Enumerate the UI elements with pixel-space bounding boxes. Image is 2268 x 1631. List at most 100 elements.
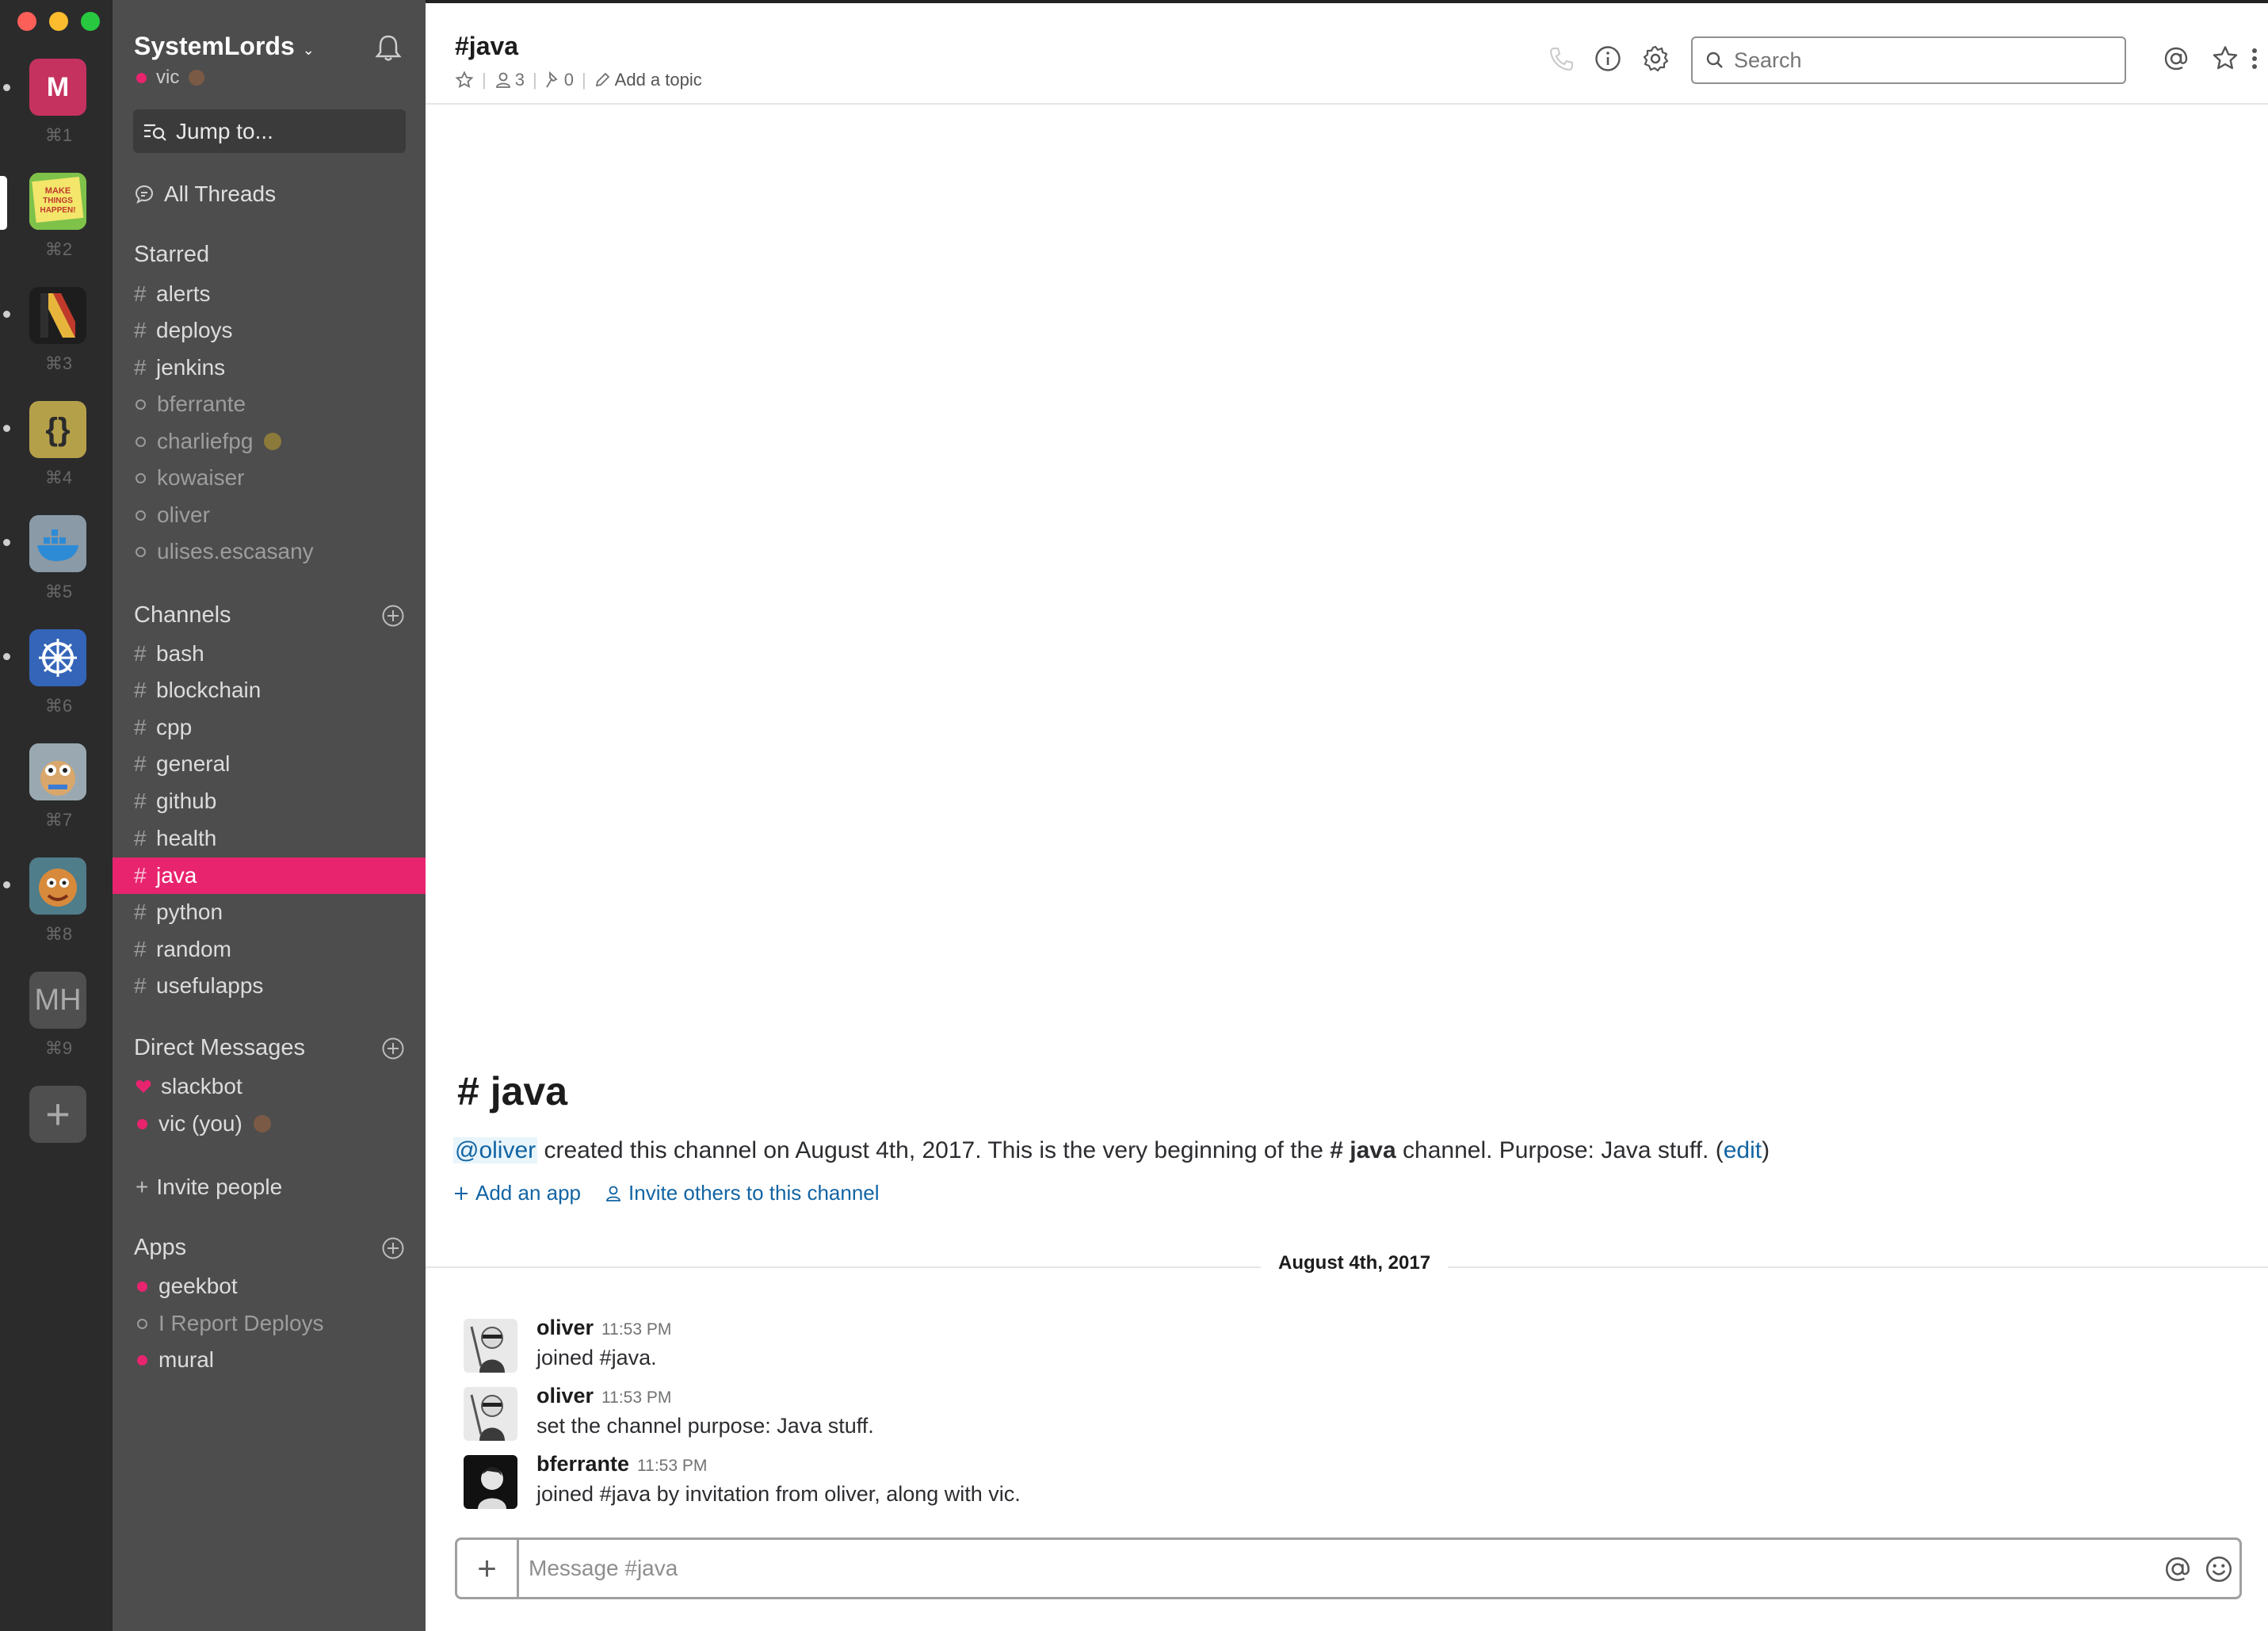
add-channel-icon[interactable] [381,604,405,628]
apps-heading[interactable]: Apps [134,1235,186,1261]
team-icon-8[interactable] [29,858,86,915]
mentions-icon[interactable] [2162,44,2190,73]
sidebar-channel-java[interactable]: # java [134,858,197,894]
message-author[interactable]: oliver 11:53 PM [536,1316,671,1340]
avatar[interactable] [464,1387,517,1441]
sidebar-channel-cpp[interactable]: # cpp [134,709,192,746]
add-dm-icon[interactable] [381,1037,405,1060]
sidebar-channel-alerts[interactable]: # alerts [134,276,210,312]
invite-others-link[interactable]: Invite others to this channel [605,1181,880,1205]
message-item[interactable]: oliver 11:53 PM set the channel purpose: … [464,1384,2207,1447]
channel-name: health [156,826,217,850]
message-input[interactable] [529,1551,2034,1586]
sidebar-channel-general[interactable]: # general [134,746,230,782]
team-icon-6[interactable] [29,629,86,686]
dm-name: charliefpg [157,429,254,453]
message-item[interactable]: oliver 11:53 PM joined #java. [464,1316,2207,1379]
team-shortcut: ⌘8 [44,924,73,944]
pinned-count: 0 [563,70,574,90]
sidebar-channel-github[interactable]: # github [134,783,216,819]
gear-icon[interactable] [1641,44,1670,73]
message-author[interactable]: oliver 11:53 PM [536,1384,671,1408]
team-icon-7[interactable] [29,743,86,800]
starred-heading[interactable]: Starred [134,242,209,268]
member-count-button[interactable]: 3 [494,70,525,90]
phone-icon[interactable] [1547,44,1575,73]
sidebar-dm-oliver[interactable]: oliver [134,497,210,533]
sidebar-channel-usefulapps[interactable]: # usefulapps [134,968,263,1004]
sidebar-channel-jenkins[interactable]: # jenkins [134,350,225,386]
more-options-icon[interactable] [2245,44,2264,73]
sidebar-app-report-deploys[interactable]: I Report Deploys [134,1305,324,1342]
team-icon-5[interactable] [29,515,86,572]
search-box[interactable] [1691,36,2126,84]
team-unread-dot [3,881,10,888]
sidebar-channel-deploys[interactable]: # deploys [134,312,233,349]
sidebar-channel-blockchain[interactable]: # blockchain [134,672,261,709]
message-item[interactable]: bferrante 11:53 PM joined #java by invita… [464,1452,2207,1515]
channels-heading[interactable]: Channels [134,602,231,628]
team-menu[interactable]: SystemLords ⌄ [134,32,315,61]
info-icon[interactable] [1594,44,1622,73]
user-mention-link[interactable]: @oliver [453,1137,538,1163]
current-user[interactable]: vic [136,67,205,89]
add-team-button[interactable]: + [29,1086,86,1143]
sidebar-app-geekbot[interactable]: geekbot [134,1268,238,1304]
add-topic-button[interactable]: Add a topic [594,70,702,90]
pin-icon [545,71,558,88]
team-icon-4[interactable]: {} [29,401,86,458]
presence-away-icon [136,399,146,410]
sidebar-dm-kowaiser[interactable]: kowaiser [134,460,244,496]
sidebar-dm-slackbot[interactable]: slackbot [134,1068,242,1105]
channel-title[interactable]: #java [455,32,518,61]
sidebar-dm-self[interactable]: vic (you) [134,1106,271,1142]
edit-purpose-link[interactable]: edit [1724,1137,1762,1163]
star-icon[interactable] [455,71,474,90]
zoom-window-button[interactable] [81,12,100,31]
channel-mention[interactable]: # java [1330,1137,1396,1163]
channel-name: general [156,751,231,776]
team-icon-3[interactable] [29,287,86,344]
avatar[interactable] [464,1455,517,1509]
sidebar-dm-charliefpg[interactable]: charliefpg [134,423,282,460]
bell-icon[interactable] [372,32,404,63]
message-author[interactable]: bferrante 11:53 PM [536,1452,707,1476]
sidebar-dm-bferrante[interactable]: bferrante [134,386,246,422]
emoji-icon[interactable] [2204,1554,2234,1584]
sidebar-app-mural[interactable]: mural [134,1342,214,1378]
minimize-window-button[interactable] [49,12,68,31]
cartoon-avatar-icon [29,858,86,915]
message-timestamp[interactable]: 11:53 PM [601,1388,671,1407]
team-icon-1[interactable]: M [29,59,86,116]
channel-name: cpp [156,715,193,739]
sidebar-channel-bash[interactable]: # bash [134,636,204,672]
team-icon-9[interactable]: MH [29,972,86,1029]
mention-icon[interactable] [2163,1554,2193,1584]
sidebar-channel-health[interactable]: # health [134,820,216,857]
sidebar-dm-ulises[interactable]: ulises.escasany [134,533,314,570]
add-app-link[interactable]: Add an app [453,1181,581,1205]
add-app-icon[interactable] [381,1236,405,1260]
make-things-happen-icon: MAKE THINGS HAPPEN! [29,173,86,230]
message-timestamp[interactable]: 11:53 PM [601,1320,671,1339]
sidebar-channel-python[interactable]: # python [134,894,223,930]
close-window-button[interactable] [17,12,36,31]
team-shortcut: ⌘7 [44,810,73,830]
chevron-down-icon: ⌄ [302,42,315,58]
direct-messages-heading[interactable]: Direct Messages [134,1035,305,1061]
starred-items-icon[interactable] [2211,44,2239,73]
pinned-count-button[interactable]: 0 [545,70,574,90]
sidebar-channel-random[interactable]: # random [134,931,231,968]
jump-to-button[interactable]: Jump to... [133,109,406,153]
message-text: set the channel purpose: Java stuff. [536,1414,874,1438]
team-icon-2[interactable]: MAKE THINGS HAPPEN! [29,173,86,230]
all-threads-link[interactable]: All Threads [134,176,276,212]
presence-active-icon [137,1354,147,1366]
attach-button[interactable]: + [457,1540,519,1597]
message-timestamp[interactable]: 11:53 PM [637,1457,707,1475]
avatar[interactable] [464,1319,517,1373]
plus-icon: + [136,1175,149,1199]
invite-people-link[interactable]: + Invite people [134,1169,282,1205]
day-divider-label: August 4th, 2017 [1261,1252,1449,1274]
search-input[interactable] [1734,48,2114,73]
